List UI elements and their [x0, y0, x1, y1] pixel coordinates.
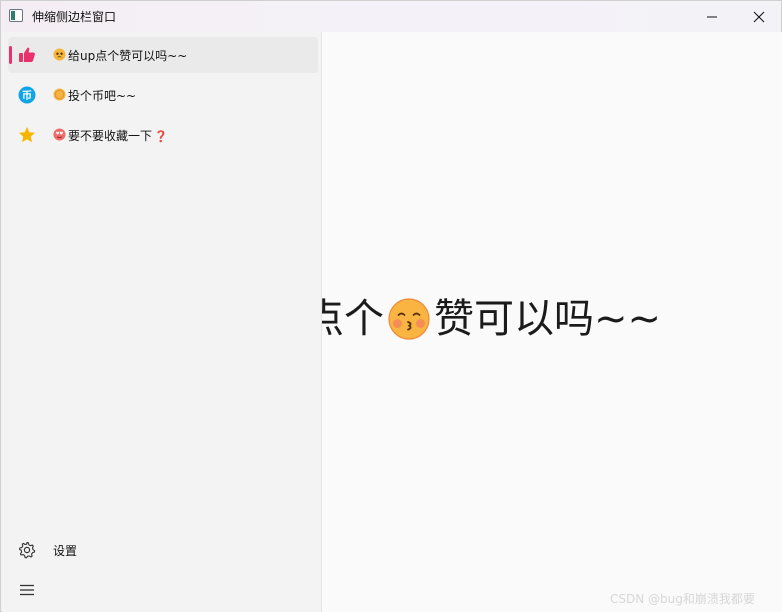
menu-toggle-button[interactable]	[8, 572, 318, 608]
coin-icon: 币	[18, 86, 36, 104]
svg-text:币: 币	[22, 90, 32, 102]
maximize-button-real[interactable]	[690, 1, 736, 32]
app-window: 伸缩侧边栏窗口 给up点个赞可以吗~~ 币 投个币吧~~ 要不要收藏一下 ❓ 设…	[0, 0, 782, 612]
watermark: CSDN @bug和崩溃我都要	[610, 592, 755, 606]
kissing-face-emoji	[388, 298, 430, 340]
content-heading: 点个 赞可以吗~~	[322, 298, 661, 340]
close-icon	[753, 11, 765, 22]
close-button[interactable]	[736, 1, 782, 32]
sidebar-item-favorite[interactable]: 要不要收藏一下 ❓	[8, 117, 318, 153]
sidebar-item-label: 要不要收藏一下 ❓	[68, 129, 168, 143]
thumbs-up-icon	[19, 47, 35, 62]
selection-indicator	[9, 46, 12, 64]
coin-face-emoji	[53, 88, 66, 101]
star-icon	[19, 127, 35, 143]
content-text-left: 点个	[322, 296, 384, 342]
sidebar-item-label: 给up点个赞可以吗~~	[68, 49, 188, 63]
pleading-face-emoji	[53, 48, 66, 61]
app-icon	[9, 9, 23, 22]
hamburger-menu-icon	[20, 584, 34, 596]
settings-button[interactable]: 设置	[8, 532, 318, 568]
sidebar-item-coin[interactable]: 币 投个币吧~~	[8, 77, 318, 113]
sidebar: 给up点个赞可以吗~~ 币 投个币吧~~ 要不要收藏一下 ❓ 设置	[2, 32, 322, 612]
window-title: 伸缩侧边栏窗口	[32, 10, 117, 24]
content-text-right: 赞可以吗~~	[434, 296, 662, 342]
content-area: 点个 赞可以吗~~	[322, 32, 782, 612]
title-bar[interactable]: 伸缩侧边栏窗口	[1, 1, 781, 32]
sidebar-item-like[interactable]: 给up点个赞可以吗~~	[8, 37, 318, 73]
sidebar-item-label: 投个币吧~~	[68, 89, 137, 103]
settings-label: 设置	[53, 544, 78, 558]
question-mark-emoji: ❓	[154, 130, 168, 143]
heart-eyes-emoji	[53, 128, 66, 141]
gear-icon	[19, 541, 36, 559]
